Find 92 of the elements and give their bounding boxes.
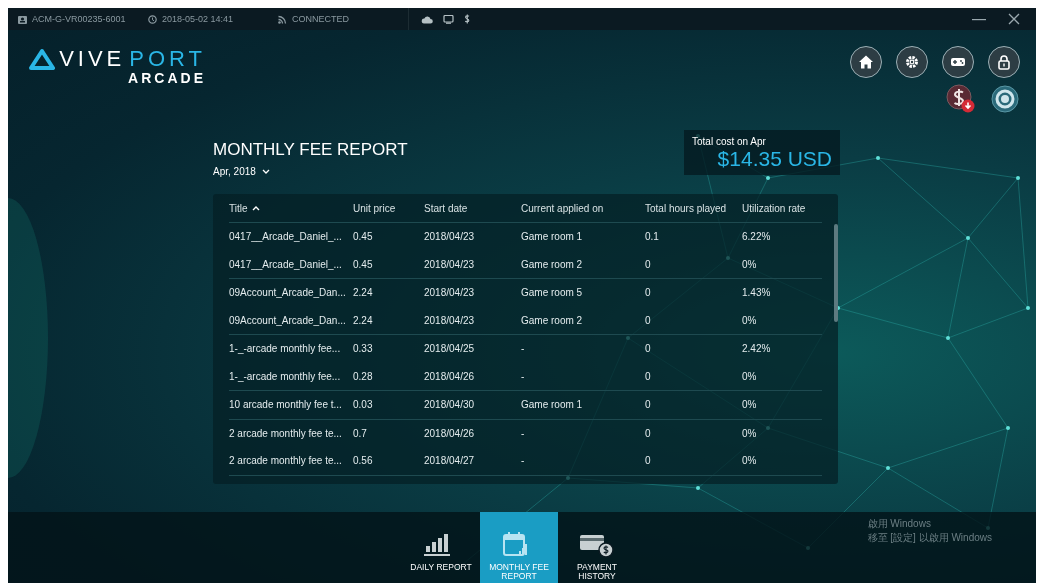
table-cell-text: 0% <box>742 314 758 326</box>
activation-notice-title: 啟用 Windows <box>867 517 932 531</box>
table-cell-text: 2.42% <box>742 343 772 355</box>
table-cell-text: 1-_-arcade monthly fee... <box>229 370 342 382</box>
table-cell-text: 0 <box>645 258 652 270</box>
total-cost-label: Total cost on Apr <box>692 136 766 147</box>
table-cell-text: 0 <box>645 399 652 411</box>
table-cell-text: Game room 2 <box>521 258 584 270</box>
table-cell-text: 0.45 <box>353 231 374 243</box>
table-cell-text: 0% <box>742 455 758 467</box>
device-id: ACM-G-VR00235-6001 <box>32 14 126 24</box>
table-cell-text: 1-_-arcade monthly fee... <box>229 343 342 355</box>
chevron-down-icon[interactable] <box>261 168 270 175</box>
table-cell-text: 2.24 <box>353 287 374 299</box>
column-header[interactable]: Title <box>229 202 353 214</box>
nav-tab[interactable]: PAYMENT HISTORY <box>558 512 636 583</box>
table-cell-text: Game room 5 <box>521 287 584 299</box>
activation-notice-text: 移至 [設定] 以啟用 Windows <box>867 531 992 545</box>
month-dropdown[interactable]: Apr, 2018 <box>213 166 408 177</box>
table-cell-text: 2018/04/26 <box>424 370 476 382</box>
table-cell-text: 2018/04/25 <box>424 343 476 355</box>
table-cell-text: 2 arcade monthly fee te... <box>229 455 343 467</box>
table-cell-text: 09Account_Arcade_Dan... <box>229 287 347 299</box>
table-cell-text: 0% <box>742 427 758 439</box>
table-cell-text: 2018/04/30 <box>424 399 476 411</box>
scrollbar[interactable] <box>834 224 838 322</box>
table-cell-text: 0% <box>742 399 758 411</box>
table-cell-text: 0.28 <box>353 370 374 382</box>
column-header[interactable]: Utilization rate <box>742 202 822 214</box>
table-cell-text: Game room 1 <box>521 231 584 243</box>
table-cell-text: 0.33 <box>353 343 374 355</box>
total-cost-value: $14.35 USD <box>717 147 832 171</box>
table-cell-text: 0417__Arcade_Daniel_... <box>229 258 343 270</box>
table-cell-text: 0 <box>645 370 652 382</box>
column-header[interactable]: Current applied on <box>521 202 645 214</box>
home-button[interactable] <box>850 46 882 78</box>
table-cell-text: 0 <box>645 427 652 439</box>
table-cell-text: 6.22% <box>742 231 772 243</box>
table-cell-text: 2018/04/23 <box>424 258 476 270</box>
table-cell-text: 0.56 <box>353 455 374 467</box>
table-cell-text: - <box>521 427 526 439</box>
table-cell-text: 2.24 <box>353 314 374 326</box>
table-cell-text: 09Account_Arcade_Dan... <box>229 314 347 326</box>
table-cell-text: - <box>521 370 526 382</box>
table-cell-text: Game room 2 <box>521 314 584 326</box>
table-cell-text: 0.03 <box>353 399 374 411</box>
home-icon[interactable] <box>858 54 874 70</box>
monitor-icon[interactable] <box>443 14 454 24</box>
connection-status: CONNECTED <box>292 14 349 24</box>
report-title: MONTHLY FEE REPORT <box>213 140 408 160</box>
id-badge-icon <box>18 14 27 24</box>
date-time: 2018-05-02 14:41 <box>162 14 234 24</box>
settings-icon[interactable] <box>904 54 920 70</box>
settings-button[interactable] <box>896 46 928 78</box>
table-cell-text: 10 arcade monthly fee t... <box>229 399 343 411</box>
brand-name: PORT <box>129 46 206 72</box>
lock-button[interactable] <box>988 46 1020 78</box>
table-cell-text: 0 <box>645 314 652 326</box>
wifi-icon <box>278 14 287 24</box>
column-header[interactable]: Unit price <box>353 202 424 214</box>
table-cell-text: 1.43% <box>742 287 772 299</box>
clock-icon <box>148 14 157 24</box>
table-cell-text: 2018/04/27 <box>424 455 476 467</box>
table-cell-text: 0 <box>645 287 652 299</box>
table-cell-text: - <box>521 343 526 355</box>
nav-tab[interactable]: DAILY REPORT <box>402 512 480 583</box>
column-header[interactable]: Total hours played <box>645 202 742 214</box>
table-cell-text: 0.1 <box>645 231 660 243</box>
table-cell-text: 0% <box>742 370 758 382</box>
gamepad-button[interactable] <box>942 46 974 78</box>
column-header[interactable]: Start date <box>424 202 521 214</box>
table-cell-text: Game room 1 <box>521 399 584 411</box>
table-cell-text: 2018/04/23 <box>424 287 476 299</box>
table-cell-text: 0.45 <box>353 258 374 270</box>
product-name: ARCADE <box>128 70 206 86</box>
table-cell-text: 2 arcade monthly fee te... <box>229 427 343 439</box>
triangle-logo-icon <box>29 48 56 70</box>
table-cell-text: 2018/04/23 <box>424 314 476 326</box>
table-cell-text: - <box>521 455 526 467</box>
table-cell-text: 2018/04/23 <box>424 231 476 243</box>
table-cell-text: 0 <box>645 343 652 355</box>
close-icon[interactable] <box>1008 13 1020 25</box>
table-cell-text: 0% <box>742 258 758 270</box>
lock-icon[interactable] <box>996 54 1012 70</box>
brand-name: VIVE <box>59 46 126 72</box>
sort-up-icon[interactable] <box>251 205 260 211</box>
table-cell-text: 0.7 <box>353 427 368 439</box>
cloud-icon[interactable] <box>421 14 433 24</box>
table-cell-text: 0417__Arcade_Daniel_... <box>229 231 343 243</box>
dollar-download-icon[interactable] <box>946 84 976 114</box>
table-cell-text: 2018/04/26 <box>424 427 476 439</box>
table-cell-text: 0 <box>645 455 652 467</box>
